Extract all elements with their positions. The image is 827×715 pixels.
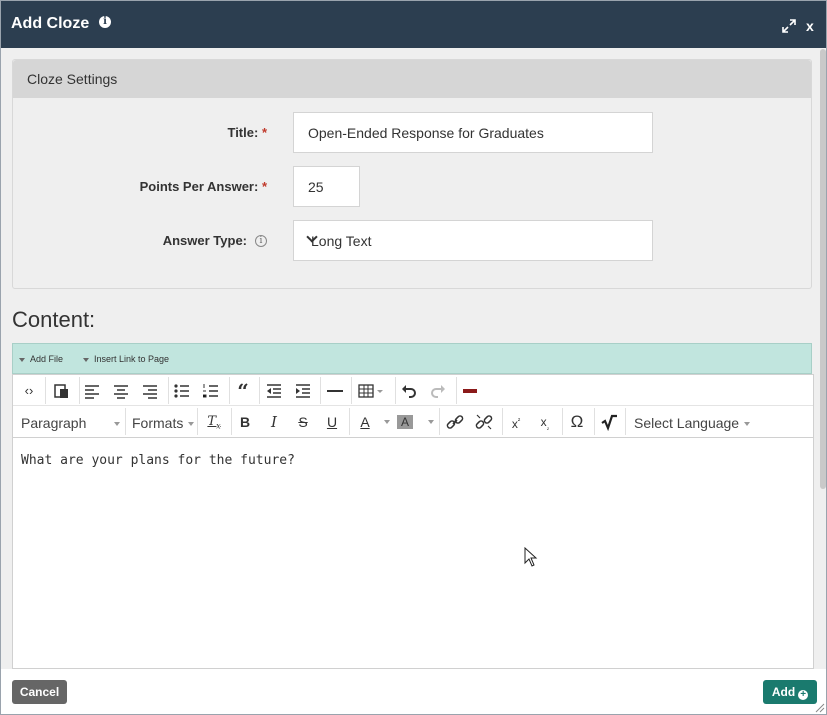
required-mark: * [261, 125, 267, 140]
formats-label: Formats [132, 415, 184, 431]
add-cloze-dialog: Add Cloze i x Cloze Settings Title: * Op… [0, 0, 827, 715]
italic-button[interactable]: I [263, 411, 285, 433]
unlink-icon[interactable] [473, 411, 495, 433]
special-character-button[interactable]: Ω [566, 411, 588, 433]
insert-link-label: Insert Link to Page [94, 354, 170, 364]
subscript-icon[interactable]: x₂ [534, 411, 556, 433]
title-label-text: Title: [227, 125, 259, 140]
resize-handle-icon[interactable] [813, 701, 825, 713]
dialog-title: Add Cloze [11, 15, 90, 32]
caret-down-icon [744, 422, 751, 427]
select-language-dropdown[interactable]: Select Language [634, 415, 751, 431]
required-mark: * [261, 179, 267, 194]
strikethrough-button[interactable]: S [292, 411, 314, 433]
settings-header: Cloze Settings [13, 60, 811, 98]
add-file-button[interactable]: Add File [19, 354, 63, 364]
insert-link-button[interactable]: Insert Link to Page [83, 354, 169, 364]
paragraph-label: Paragraph [21, 415, 87, 431]
plus-circle-icon: + [798, 690, 809, 700]
bold-button[interactable]: B [234, 411, 256, 433]
background-color-button[interactable]: A [397, 415, 413, 429]
title-input[interactable]: Open-Ended Response for Graduates [293, 112, 653, 153]
rich-text-editor: ‹› “ Paragraph Formats Tx B I S U A A x²… [12, 374, 814, 669]
add-button[interactable]: Add + [763, 680, 817, 704]
source-code-icon[interactable]: ‹› [18, 380, 40, 402]
info-icon[interactable]: i [99, 16, 111, 28]
add-button-label: Add [771, 685, 796, 699]
horizontal-rule-icon[interactable] [324, 380, 346, 402]
cloze-settings-panel: Cloze Settings Title: * Open-Ended Respo… [12, 59, 812, 289]
undo-icon[interactable] [398, 380, 420, 402]
paragraph-dropdown[interactable]: Paragraph [21, 415, 121, 431]
paste-icon[interactable] [50, 380, 72, 402]
answer-type-select[interactable]: Long Text [293, 220, 653, 261]
title-input-value: Open-Ended Response for Graduates [308, 125, 544, 141]
points-label-text: Points Per Answer: [139, 179, 259, 194]
caret-down-icon [114, 422, 121, 427]
answer-type-label: Answer Type: [133, 233, 247, 248]
align-center-icon[interactable] [110, 380, 132, 402]
bullet-list-icon[interactable] [171, 380, 193, 402]
settings-heading: Cloze Settings [27, 71, 118, 87]
toolbar-row-2: Paragraph Formats Tx B I S U A A x² x₂ Ω [13, 406, 813, 438]
file-bar: Add File Insert Link to Page [12, 343, 812, 374]
content-heading: Content: [12, 307, 96, 332]
color-bar-icon[interactable] [459, 380, 481, 402]
formats-dropdown[interactable]: Formats [132, 415, 195, 431]
dialog-titlebar: Add Cloze i x [1, 1, 826, 48]
select-language-label: Select Language [634, 415, 740, 431]
dialog-scrollbar[interactable] [820, 49, 826, 489]
dialog-footer: Cancel Add + [1, 669, 826, 714]
link-icon[interactable] [444, 411, 466, 433]
expand-icon[interactable] [782, 19, 796, 33]
table-icon[interactable] [356, 380, 388, 402]
add-file-label: Add File [30, 354, 64, 364]
caret-down-icon[interactable] [428, 420, 434, 424]
answer-type-value: Long Text [311, 233, 372, 249]
underline-button[interactable]: U [321, 411, 343, 433]
align-left-icon[interactable] [81, 380, 103, 402]
close-button[interactable]: x [806, 18, 814, 34]
blockquote-icon[interactable]: “ [232, 380, 254, 402]
mouse-cursor-icon [524, 547, 538, 567]
cancel-button[interactable]: Cancel [12, 680, 67, 704]
clear-formatting-icon[interactable]: Tx [203, 411, 225, 433]
caret-down-icon[interactable] [384, 420, 390, 424]
caret-down-icon [19, 357, 25, 362]
indent-icon[interactable] [292, 380, 314, 402]
points-input-value: 25 [308, 179, 324, 195]
points-label: Points Per Answer: * [113, 179, 267, 194]
answer-type-info-icon[interactable]: i [255, 235, 267, 247]
align-right-icon[interactable] [139, 380, 161, 402]
editor-content[interactable]: What are your plans for the future? [21, 453, 295, 468]
points-input[interactable]: 25 [293, 166, 360, 207]
font-color-button[interactable]: A [354, 411, 376, 433]
superscript-icon[interactable]: x² [505, 411, 527, 433]
caret-down-icon [188, 422, 195, 427]
outdent-icon[interactable] [263, 380, 285, 402]
title-label: Title: * [193, 125, 267, 140]
redo-icon[interactable] [427, 380, 449, 402]
numbered-list-icon[interactable] [200, 380, 222, 402]
toolbar-row-1: ‹› “ [13, 375, 813, 406]
caret-down-icon [83, 357, 89, 362]
math-equation-icon[interactable] [598, 411, 620, 433]
answer-type-label-text: Answer Type: [162, 233, 247, 248]
